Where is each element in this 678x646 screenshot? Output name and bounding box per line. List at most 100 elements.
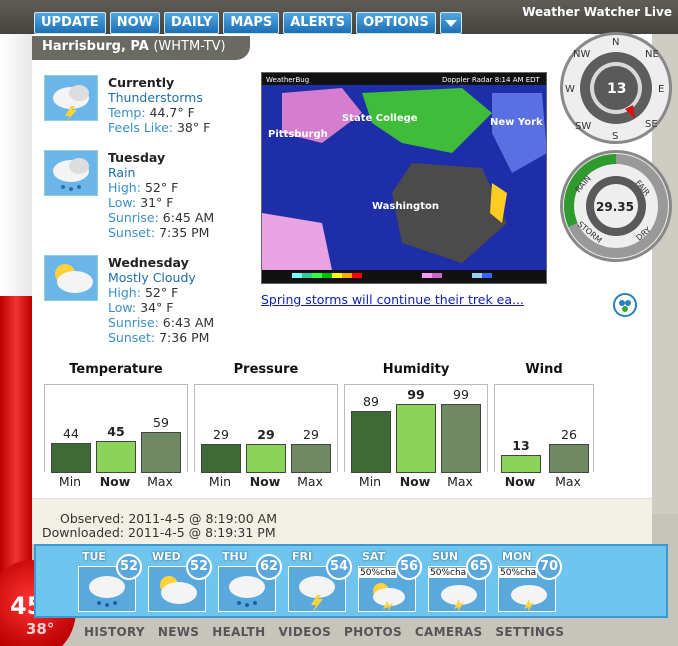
label-now: Now	[249, 474, 281, 489]
label-min: Min	[58, 474, 82, 489]
photos-link[interactable]: PHOTOS	[344, 625, 402, 639]
day-heading: Tuesday	[108, 150, 166, 165]
feels-value: 38° F	[176, 120, 211, 135]
forecast-day-name: MON	[502, 550, 532, 563]
forecast-temp: 62	[256, 554, 282, 580]
daily-button[interactable]: DAILY	[163, 12, 220, 34]
now-button[interactable]: NOW	[109, 12, 160, 34]
news-link[interactable]: NEWS	[158, 625, 199, 639]
forecast-day[interactable]: THU 62	[214, 550, 282, 614]
compass-ne: NE	[645, 49, 659, 60]
downloaded-time: Downloaded: 2011-4-5 @ 8:19:31 PM	[42, 525, 276, 540]
gauge-title: Humidity	[382, 362, 450, 377]
precip-chance: 50%cha	[359, 568, 398, 578]
barometer: 29.35 RAIN FAIR STORM DRY	[560, 150, 672, 262]
precip-chance: 50%cha	[499, 568, 538, 578]
forecast-day[interactable]: TUE 52	[74, 550, 142, 614]
forecast-temp: 56	[396, 554, 422, 580]
health-link[interactable]: HEALTH	[212, 625, 265, 639]
forecast-day[interactable]: SUN 50%cha 65	[424, 550, 492, 614]
location-tab[interactable]: Harrisburg, PA (WHTM-TV)	[32, 36, 250, 60]
forecast-day-name: SAT	[362, 550, 386, 563]
radar-map[interactable]: WeatherBug Doppler Radar 8:14 AM EDT Pit…	[261, 72, 547, 284]
gauge-title: Temperature	[69, 362, 163, 377]
low-value: 31° F	[140, 195, 174, 210]
high-label: High:	[108, 285, 141, 300]
forecast-temp: 52	[116, 554, 142, 580]
gauge-wind: Wind 13 26 Now Max	[494, 362, 594, 489]
compass-w: W	[565, 84, 575, 95]
gauge-title: Pressure	[233, 362, 299, 377]
radar-brand: WeatherBug	[266, 76, 309, 84]
bar-min-fill	[201, 444, 241, 473]
history-link[interactable]: HISTORY	[84, 625, 145, 639]
options-button[interactable]: OPTIONS	[356, 12, 436, 34]
label-max: Max	[447, 474, 473, 489]
rain-icon	[44, 150, 98, 196]
bar-now-value: 13	[512, 438, 530, 453]
bar-now-fill	[246, 444, 286, 473]
sunrise-value: 6:43 AM	[162, 315, 215, 330]
forecast-day[interactable]: WED 52	[144, 550, 212, 614]
radar-city-washington: Washington	[372, 201, 439, 212]
temp-value: 44.7° F	[149, 105, 195, 120]
sunrise-label: Sunrise:	[108, 315, 159, 330]
forecast-day-name: SUN	[432, 550, 459, 563]
forecast-day[interactable]: MON 50%cha 70	[494, 550, 562, 614]
wind-compass: N NE E SE S SW W NW 13	[560, 32, 672, 144]
sunset-value: 7:35 PM	[159, 225, 210, 240]
day-condition: Mostly Cloudy	[108, 270, 196, 285]
maps-button[interactable]: MAPS	[223, 12, 280, 34]
forecast-day[interactable]: FRI 54	[284, 550, 352, 614]
bar-max-value: 26	[561, 427, 577, 442]
sunrise-value: 6:45 AM	[162, 210, 215, 225]
pressure-value: 29.35	[596, 200, 634, 214]
radar-caption-link[interactable]: Spring storms will continue their trek e…	[261, 292, 524, 307]
left-strip	[0, 34, 32, 296]
bar-max-value: 99	[453, 387, 469, 402]
low-value: 34° F	[140, 300, 174, 315]
bar-min-fill	[51, 443, 91, 473]
thunderstorm-icon	[44, 75, 98, 122]
bar-now-value: 99	[407, 387, 425, 402]
videos-link[interactable]: VIDEOS	[278, 625, 331, 639]
bar-max-value: 29	[303, 427, 319, 442]
bar-max-fill	[291, 444, 331, 473]
label-max: Max	[297, 474, 323, 489]
bar-min-value: 29	[213, 427, 229, 442]
precip-chance: 50%cha	[429, 568, 468, 578]
gauge-humidity: Humidity 89 99 99 Min Now Max	[344, 362, 488, 489]
high-value: 52° F	[144, 180, 179, 195]
label-min: Min	[358, 474, 382, 489]
label-now: Now	[504, 474, 536, 489]
app-title: Weather Watcher Live	[522, 5, 672, 19]
gauge-pressure: Pressure 29 29 29 Min Now Max	[194, 362, 338, 489]
compass-nw: NW	[573, 49, 590, 60]
observation-info: Observed: 2011-4-5 @ 8:19:00 AM Download…	[32, 498, 652, 544]
bar-now-value: 29	[257, 427, 275, 442]
current-heading: Currently	[108, 75, 175, 90]
bar-min-value: 89	[363, 394, 379, 409]
settings-link[interactable]: SETTINGS	[495, 625, 564, 639]
forecast-day[interactable]: SAT 50%cha 56	[354, 550, 422, 614]
gauge-temperature: Temperature 44 45 59 Min Now Max	[44, 362, 188, 489]
gauge-title: Wind	[525, 362, 563, 377]
forecast-temp: 54	[326, 554, 352, 580]
alerts-button[interactable]: ALERTS	[283, 12, 353, 34]
sunset-label: Sunset:	[108, 330, 156, 345]
low-label: Low:	[108, 195, 137, 210]
forecast-temp: 70	[536, 554, 562, 580]
forecast-day-name: TUE	[82, 550, 106, 563]
radar-city-state-college: State College	[342, 113, 418, 124]
temp-label: Temp:	[108, 105, 146, 120]
sunset-value: 7:36 PM	[159, 330, 210, 345]
bar-now-fill	[96, 441, 136, 473]
bar-max-fill	[549, 444, 589, 473]
radar-header: Doppler Radar 8:14 AM EDT	[442, 76, 541, 84]
weatherbug-icon[interactable]	[612, 291, 638, 317]
update-button[interactable]: UPDATE	[34, 12, 106, 34]
dropdown-button[interactable]	[439, 12, 462, 34]
cameras-link[interactable]: CAMERAS	[415, 625, 483, 639]
day-heading: Wednesday	[108, 255, 189, 270]
current-condition: Thunderstorms	[108, 90, 203, 105]
